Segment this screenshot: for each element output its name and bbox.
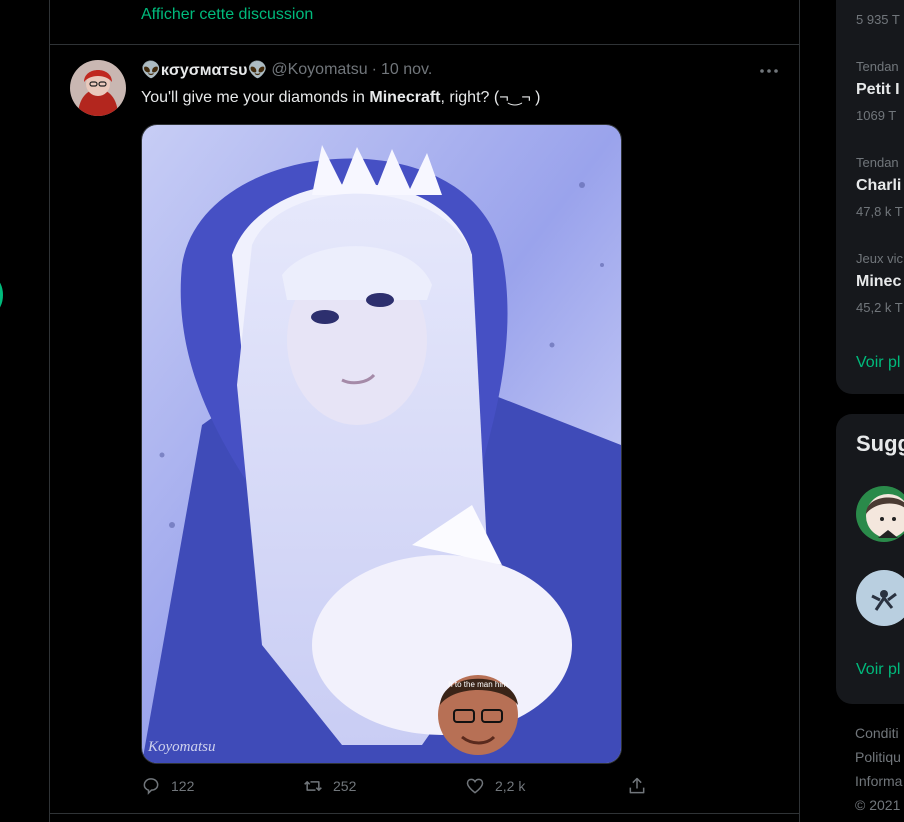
trend-count: 5 935 T [856, 12, 900, 27]
tweet-author-avatar[interactable] [70, 60, 126, 116]
footer-link-info[interactable]: Informa [855, 773, 902, 789]
suggestions-title: Sugg [856, 431, 904, 456]
tweet-image[interactable]: h to the man him Koyomatsu [141, 124, 622, 764]
footer-link-privacy[interactable]: Politiqu [855, 749, 901, 765]
trends-card: 5 935 T Tendan Petit I 1069 T Tendan Cha… [836, 0, 904, 394]
suggested-user-avatar[interactable] [856, 570, 904, 626]
trend-count: 45,2 k T [856, 300, 903, 315]
like-button[interactable]: 2,2 k [465, 776, 525, 796]
trend-category: Jeux vic [856, 251, 903, 266]
footer-copyright: © 2021 [855, 797, 901, 813]
footer-link-terms[interactable]: Conditi [855, 725, 899, 741]
status-dot [0, 279, 3, 311]
more-options-icon[interactable] [756, 58, 782, 84]
divider [50, 44, 799, 45]
retweet-icon [304, 781, 322, 791]
show-more-suggestions-link[interactable]: Voir pl [856, 661, 900, 679]
tweet-text: You'll give me your diamonds in Minecraf… [141, 87, 541, 107]
sticker-caption: h to the man him [448, 680, 508, 689]
header-separator: · [371, 61, 377, 78]
trend-count: 1069 T [856, 108, 897, 123]
heart-icon [466, 778, 484, 794]
trend-name[interactable]: Minec [856, 273, 901, 291]
reply-count: 122 [171, 778, 195, 794]
tweet-actions: 122 252 2,2 k [141, 776, 741, 802]
timeline-column: Afficher cette discussion 👽кσуσмαтѕυ👽 @K… [49, 0, 800, 822]
reply-button[interactable]: 122 [141, 776, 194, 796]
share-icon [629, 777, 645, 794]
author-display-name[interactable]: 👽кσуσмαтѕυ👽 [141, 60, 267, 80]
trend-category: Tendan [856, 155, 899, 170]
suggested-user-avatar[interactable] [856, 486, 904, 542]
author-handle[interactable]: @Koyomatsu [271, 61, 367, 79]
trend-category: Tendan [856, 59, 899, 74]
tweet-text-part: , right? (¬‿¬ ) [440, 89, 541, 106]
share-button[interactable] [627, 776, 647, 796]
retweet-button[interactable]: 252 [303, 776, 356, 796]
divider [50, 813, 799, 814]
trend-count: 47,8 k T [856, 204, 903, 219]
trend-name[interactable]: Petit I [856, 81, 900, 99]
suggestions-card: Sugg Voir pl [836, 414, 904, 704]
show-thread-link[interactable]: Afficher cette discussion [141, 6, 313, 24]
retweet-count: 252 [333, 778, 357, 794]
show-more-trends-link[interactable]: Voir pl [856, 354, 900, 372]
tweet-header: 👽кσуσмαтѕυ👽 @Koyomatsu · 10 nov. [141, 60, 432, 80]
tweet-text-bold: Minecraft [369, 89, 441, 106]
image-watermark: Koyomatsu [147, 739, 216, 755]
reply-icon [143, 778, 159, 795]
like-count: 2,2 k [495, 778, 526, 794]
trend-name[interactable]: Charli [856, 177, 901, 195]
tweet-text-part: You'll give me your diamonds in [141, 89, 370, 106]
tweet-date[interactable]: 10 nov. [381, 61, 432, 79]
